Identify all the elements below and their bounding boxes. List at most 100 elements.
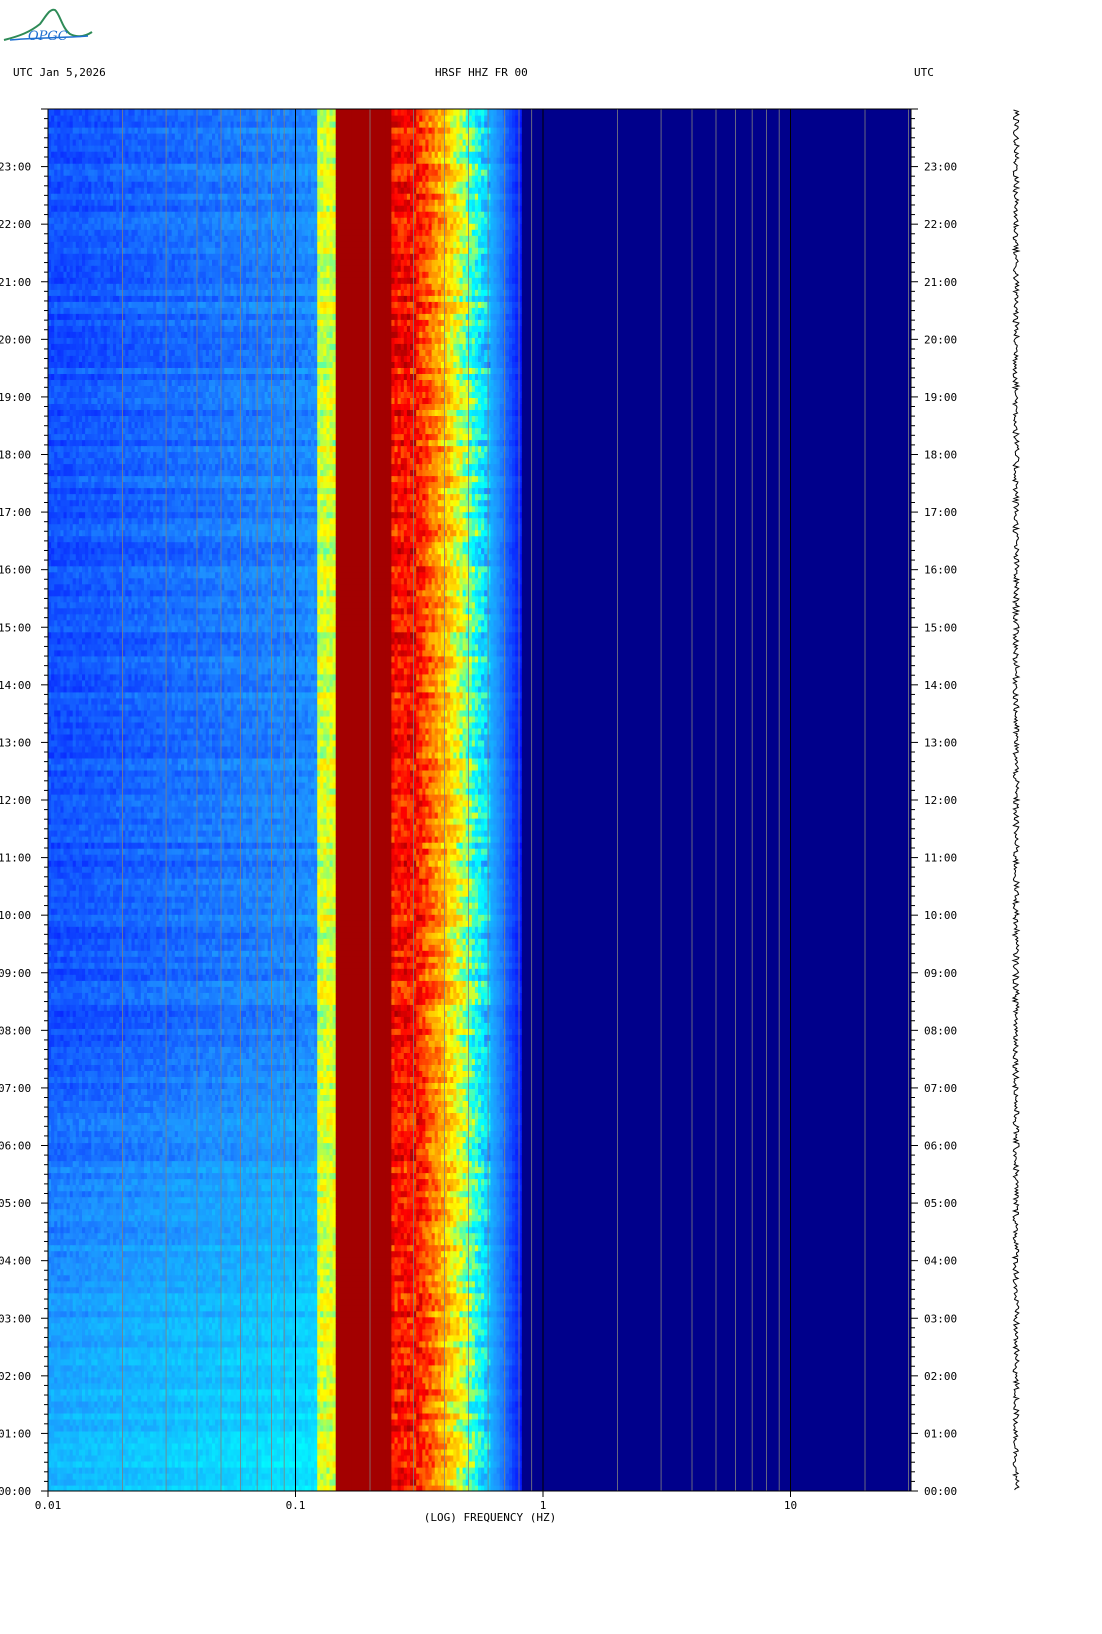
heatmap-cell bbox=[128, 1376, 132, 1384]
heatmap-cell bbox=[156, 1364, 160, 1372]
heatmap-cell bbox=[174, 1424, 179, 1432]
heatmap-cell bbox=[212, 1454, 216, 1462]
heatmap-cell bbox=[205, 1310, 210, 1318]
heatmap-cell bbox=[471, 1394, 476, 1402]
heatmap-cell bbox=[314, 1400, 318, 1408]
heatmap-cell bbox=[509, 1430, 513, 1438]
heatmap-cell bbox=[459, 1424, 464, 1432]
heatmap-cell bbox=[447, 1382, 451, 1390]
heatmap-cell bbox=[78, 1304, 83, 1312]
heatmap-cell bbox=[481, 1376, 485, 1384]
heatmap-cell bbox=[360, 1400, 365, 1408]
heatmap-cell bbox=[103, 1430, 108, 1438]
heatmap-cell bbox=[345, 1418, 349, 1426]
heatmap-cell bbox=[162, 1376, 167, 1384]
heatmap-cell bbox=[372, 1388, 377, 1396]
heatmap-cell bbox=[314, 1436, 318, 1444]
heatmap-cell bbox=[379, 1352, 383, 1360]
heatmap-cell bbox=[116, 1430, 120, 1438]
heatmap-cell bbox=[224, 1346, 228, 1354]
heatmap-cell bbox=[437, 1436, 442, 1444]
heatmap-cell bbox=[276, 1382, 281, 1390]
heatmap-cell bbox=[208, 1454, 213, 1462]
heatmap-cell bbox=[283, 1304, 287, 1312]
heatmap-cell bbox=[91, 1376, 95, 1384]
heatmap-cell bbox=[496, 1376, 501, 1384]
heatmap-cell bbox=[128, 1406, 132, 1414]
heatmap-cell bbox=[233, 1412, 238, 1420]
heatmap-cell bbox=[103, 1442, 108, 1450]
heatmap-cell bbox=[332, 1328, 337, 1336]
heatmap-cell bbox=[363, 1304, 368, 1312]
heatmap-cell bbox=[134, 1442, 139, 1450]
heatmap-cell bbox=[63, 1316, 68, 1324]
heatmap-cell bbox=[391, 1461, 395, 1468]
heatmap-cell bbox=[264, 1430, 269, 1438]
heatmap-cell bbox=[388, 1454, 392, 1462]
heatmap-cell bbox=[63, 1479, 68, 1486]
heatmap-cell bbox=[212, 1292, 216, 1300]
heatmap-cell bbox=[63, 1424, 68, 1432]
heatmap-cell bbox=[286, 1430, 290, 1438]
heatmap-cell bbox=[493, 1430, 498, 1438]
heatmap-cell bbox=[447, 1436, 451, 1444]
heatmap-cell bbox=[391, 1340, 395, 1348]
heatmap-cell bbox=[273, 1479, 278, 1486]
heatmap-cell bbox=[354, 1461, 358, 1468]
heatmap-cell bbox=[505, 1316, 510, 1324]
heatmap-cell bbox=[484, 1479, 488, 1486]
heatmap-cell bbox=[162, 1473, 167, 1480]
heatmap-cell bbox=[403, 1479, 408, 1486]
heatmap-cell bbox=[54, 1388, 58, 1396]
heatmap-cell bbox=[202, 1448, 207, 1456]
heatmap-cell bbox=[273, 1322, 278, 1330]
heatmap-cell bbox=[193, 1328, 197, 1336]
heatmap-cell bbox=[341, 1358, 346, 1366]
heatmap-cell bbox=[100, 1334, 105, 1342]
heatmap-cell bbox=[447, 1358, 451, 1366]
heatmap-cell bbox=[456, 1424, 460, 1432]
heatmap-cell bbox=[397, 1430, 402, 1438]
heatmap-cell bbox=[453, 1346, 457, 1354]
heatmap-cell bbox=[249, 1448, 253, 1456]
heatmap-cell bbox=[252, 1376, 256, 1384]
heatmap-cell bbox=[103, 1364, 108, 1372]
heatmap-cell bbox=[360, 1340, 365, 1348]
heatmap-cell bbox=[474, 1430, 479, 1438]
heatmap-cell bbox=[394, 1316, 399, 1324]
heatmap-cell bbox=[462, 1412, 467, 1420]
heatmap-cell bbox=[428, 1346, 433, 1354]
heatmap-cell bbox=[72, 1328, 77, 1336]
heatmap-cell bbox=[403, 1400, 408, 1408]
heatmap-cell bbox=[394, 1358, 399, 1366]
heatmap-cell bbox=[403, 1412, 408, 1420]
heatmap-cell bbox=[357, 1406, 361, 1414]
heatmap-cell bbox=[283, 1358, 287, 1366]
heatmap-cell bbox=[128, 1436, 132, 1444]
heatmap-cell bbox=[236, 1346, 241, 1354]
heatmap-cell bbox=[425, 1467, 429, 1474]
heatmap-cell bbox=[280, 1352, 284, 1360]
heatmap-cell bbox=[289, 1340, 293, 1348]
heatmap-cell bbox=[252, 1304, 256, 1312]
heatmap-cell bbox=[289, 1394, 293, 1402]
heatmap-cell bbox=[437, 1473, 442, 1480]
heatmap-cell bbox=[48, 1436, 52, 1444]
heatmap-cell bbox=[221, 1382, 225, 1390]
heatmap-cell bbox=[230, 1310, 235, 1318]
heatmap-cell bbox=[437, 1394, 442, 1402]
heatmap-cell bbox=[493, 1454, 498, 1462]
heatmap-cell bbox=[150, 1412, 154, 1420]
heatmap-cell bbox=[280, 1448, 284, 1456]
heatmap-cell bbox=[505, 1298, 510, 1306]
heatmap-cell bbox=[301, 1406, 306, 1414]
heatmap-cell bbox=[301, 1364, 306, 1372]
heatmap-cell bbox=[177, 1382, 182, 1390]
heatmap-cell bbox=[388, 1376, 392, 1384]
heatmap-cell bbox=[273, 1448, 278, 1456]
heatmap-cell bbox=[283, 1322, 287, 1330]
heatmap-cell bbox=[116, 1328, 120, 1336]
heatmap-cell bbox=[314, 1394, 318, 1402]
heatmap-cell bbox=[156, 1442, 160, 1450]
heatmap-cell bbox=[193, 1430, 197, 1438]
